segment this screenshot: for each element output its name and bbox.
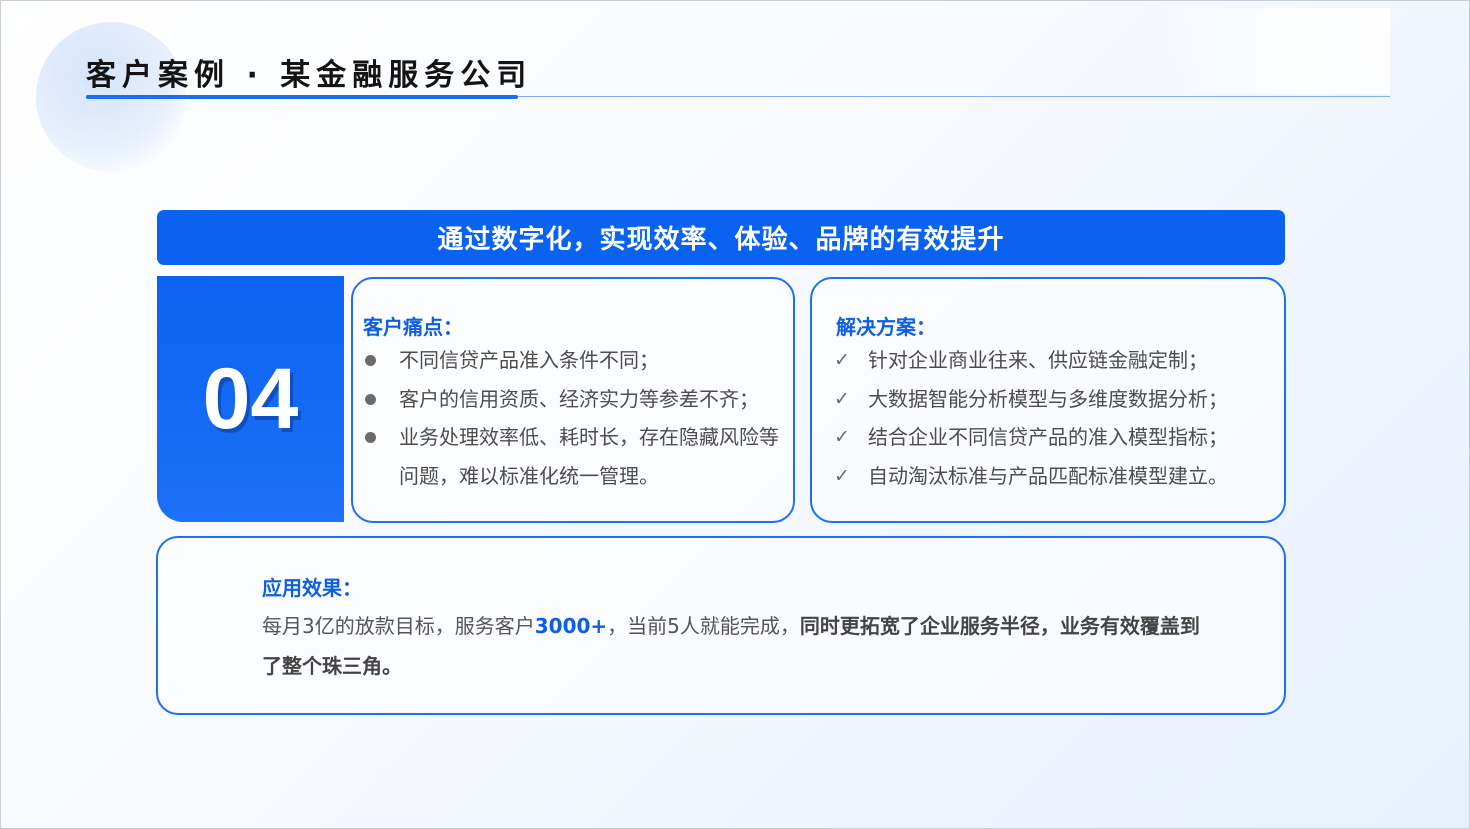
pain-points-card: 客户痛点： 不同信贷产品准入条件不同； 客户的信用资质、经济实力等参差不齐； 业… <box>351 277 795 523</box>
bullet-icon <box>365 393 376 405</box>
list-item: 不同信贷产品准入条件不同； <box>365 341 790 380</box>
case-number-block: 04 <box>157 276 344 522</box>
solution-text: 结合企业不同信贷产品的准入模型指标； <box>868 425 1228 449</box>
solution-text: 针对企业商业往来、供应链金融定制； <box>868 348 1208 372</box>
pain-point-text: 业务处理效率低、耗时长，存在隐藏风险等问题，难以标准化统一管理。 <box>399 425 779 488</box>
pain-points-list: 不同信贷产品准入条件不同； 客户的信用资质、经济实力等参差不齐； 业务处理效率低… <box>365 341 790 495</box>
list-item: ✓ 针对企业商业往来、供应链金融定制； <box>834 341 1274 380</box>
pain-points-heading: 客户痛点： <box>363 315 463 339</box>
results-highlight-number: 3000+ <box>534 614 608 638</box>
solution-text: 自动淘汰标准与产品匹配标准模型建立。 <box>868 463 1228 488</box>
results-heading: 应用效果： <box>262 576 362 600</box>
pain-point-text: 客户的信用资质、经济实力等参差不齐； <box>399 386 759 411</box>
solutions-card: 解决方案： ✓ 针对企业商业往来、供应链金融定制； ✓ 大数据智能分析模型与多维… <box>810 277 1286 523</box>
list-item: ✓ 自动淘汰标准与产品匹配标准模型建立。 <box>834 457 1274 496</box>
case-number: 04 <box>202 350 299 447</box>
list-item: 客户的信用资质、经济实力等参差不齐； <box>365 380 790 419</box>
headline-banner-text: 通过数字化，实现效率、体验、品牌的有效提升 <box>437 225 1005 255</box>
solutions-heading: 解决方案： <box>836 315 936 339</box>
decorative-highlight <box>1160 8 1390 94</box>
bullet-icon <box>365 432 376 443</box>
results-text-part2: ，当前5人就能完成， <box>607 614 800 638</box>
pain-point-text: 不同信贷产品准入条件不同； <box>399 348 659 372</box>
headline-banner: 通过数字化，实现效率、体验、品牌的有效提升 <box>157 210 1285 265</box>
list-item: ✓ 大数据智能分析模型与多维度数据分析； <box>834 380 1274 419</box>
results-text: 每月3亿的放款目标，服务客户3000+，当前5人就能完成，同时更拓宽了企业服务半… <box>262 606 1202 686</box>
solution-text: 大数据智能分析模型与多维度数据分析； <box>868 386 1228 411</box>
title-accent-underline <box>86 95 518 99</box>
bullet-icon <box>365 355 376 366</box>
list-item: ✓ 结合企业不同信贷产品的准入模型指标； <box>834 418 1274 457</box>
results-card: 应用效果： 每月3亿的放款目标，服务客户3000+，当前5人就能完成，同时更拓宽… <box>156 536 1286 715</box>
page-title: 客户案例 · 某金融服务公司 <box>86 58 533 93</box>
checkmark-icon: ✓ <box>834 349 850 371</box>
results-text-part1: 每月3亿的放款目标，服务客户 <box>262 614 535 638</box>
checkmark-icon: ✓ <box>834 464 850 487</box>
checkmark-icon: ✓ <box>834 426 850 448</box>
solutions-list: ✓ 针对企业商业往来、供应链金融定制； ✓ 大数据智能分析模型与多维度数据分析；… <box>834 341 1274 495</box>
list-item: 业务处理效率低、耗时长，存在隐藏风险等问题，难以标准化统一管理。 <box>365 418 790 495</box>
checkmark-icon: ✓ <box>834 387 850 410</box>
